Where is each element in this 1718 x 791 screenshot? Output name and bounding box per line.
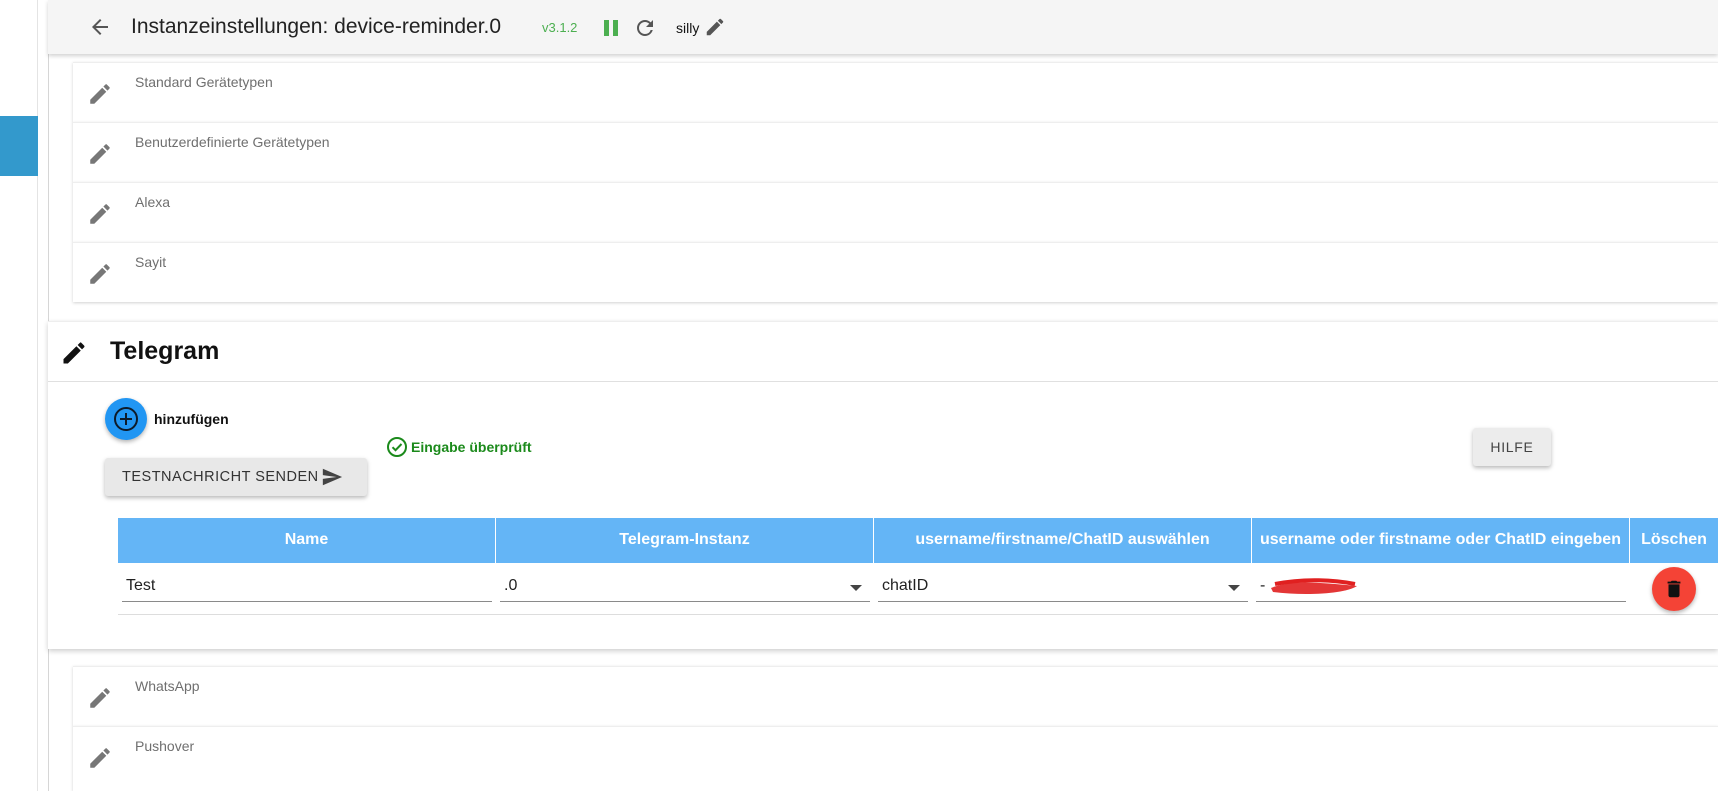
section-title: Telegram [110, 337, 220, 365]
section-pushover[interactable]: Pushover [73, 726, 1718, 791]
edit-icon [87, 261, 113, 287]
trash-icon [1667, 580, 1681, 598]
select-value: .0 [504, 577, 518, 594]
section-label: Pushover [135, 738, 195, 754]
left-sidebar [0, 0, 38, 791]
section-sayit[interactable]: Sayit [73, 242, 1718, 302]
edit-icon [87, 141, 113, 167]
log-level-edit-icon[interactable] [704, 16, 726, 38]
section-label: Benutzerdefinierte Gerätetypen [135, 134, 330, 150]
button-label: HILFE [1490, 439, 1534, 455]
section-label: WhatsApp [135, 678, 200, 694]
edit-icon [87, 81, 113, 107]
section-custom-device-types[interactable]: Benutzerdefinierte Gerätetypen [73, 122, 1718, 182]
add-circle-icon [114, 407, 138, 431]
section-label: Alexa [135, 194, 171, 210]
redaction-mark [1271, 578, 1357, 594]
reload-icon[interactable] [633, 16, 657, 40]
section-label: Sayit [135, 254, 167, 270]
add-button[interactable] [105, 398, 147, 440]
telegram-instance-select[interactable]: .0 [500, 575, 870, 602]
table-row: Test .0 chatID - [118, 563, 1718, 615]
log-level-label: silly [676, 20, 700, 36]
telegram-section-header[interactable]: Telegram [48, 322, 1718, 382]
dropdown-arrow-icon [1228, 585, 1240, 591]
back-arrow-icon[interactable] [88, 15, 112, 39]
sidebar-active-item[interactable] [0, 116, 38, 176]
send-icon [321, 466, 343, 488]
section-whatsapp[interactable]: WhatsApp [73, 666, 1718, 726]
button-label: TESTNACHRICHT SENDEN [122, 469, 319, 485]
help-button[interactable]: HILFE [1473, 428, 1551, 466]
page-title: Instanzeinstellungen: device-reminder.0 [131, 15, 502, 38]
select-value: chatID [882, 577, 929, 594]
chat-id-input[interactable]: - [1256, 575, 1626, 602]
edit-icon [60, 339, 88, 367]
pause-icon[interactable] [600, 17, 622, 39]
edit-icon [87, 745, 113, 771]
name-input[interactable]: Test [122, 575, 492, 602]
send-test-message-button[interactable]: TESTNACHRICHT SENDEN [105, 458, 367, 496]
instance-settings-header: Instanzeinstellungen: device-reminder.0 … [48, 0, 1718, 54]
delete-button[interactable] [1652, 567, 1696, 611]
column-header-value: username oder firstname oder ChatID eing… [1252, 518, 1630, 563]
version-label: v3.1.2 [542, 20, 578, 35]
section-alexa[interactable]: Alexa [73, 182, 1718, 242]
section-label: Standard Gerätetypen [135, 74, 273, 90]
edit-icon [87, 685, 113, 711]
column-header-delete: Löschen [1641, 531, 1707, 549]
section-telegram: Telegram hinzufügen Eingabe überprüft TE… [48, 321, 1718, 649]
section-standard-device-types[interactable]: Standard Gerätetypen [73, 62, 1718, 122]
user-type-select[interactable]: chatID [878, 575, 1248, 602]
column-header-selection: username/firstname/ChatID auswählen [874, 518, 1252, 563]
table-header: Name Telegram-Instanz username/firstname… [118, 518, 1718, 563]
validation-text: Eingabe überprüft [411, 439, 532, 455]
dropdown-arrow-icon [850, 585, 862, 591]
column-header-name: Name [118, 518, 496, 563]
edit-icon [87, 201, 113, 227]
check-circle-icon [386, 436, 408, 458]
column-header-instance: Telegram-Instanz [496, 518, 874, 563]
add-label[interactable]: hinzufügen [154, 411, 229, 427]
